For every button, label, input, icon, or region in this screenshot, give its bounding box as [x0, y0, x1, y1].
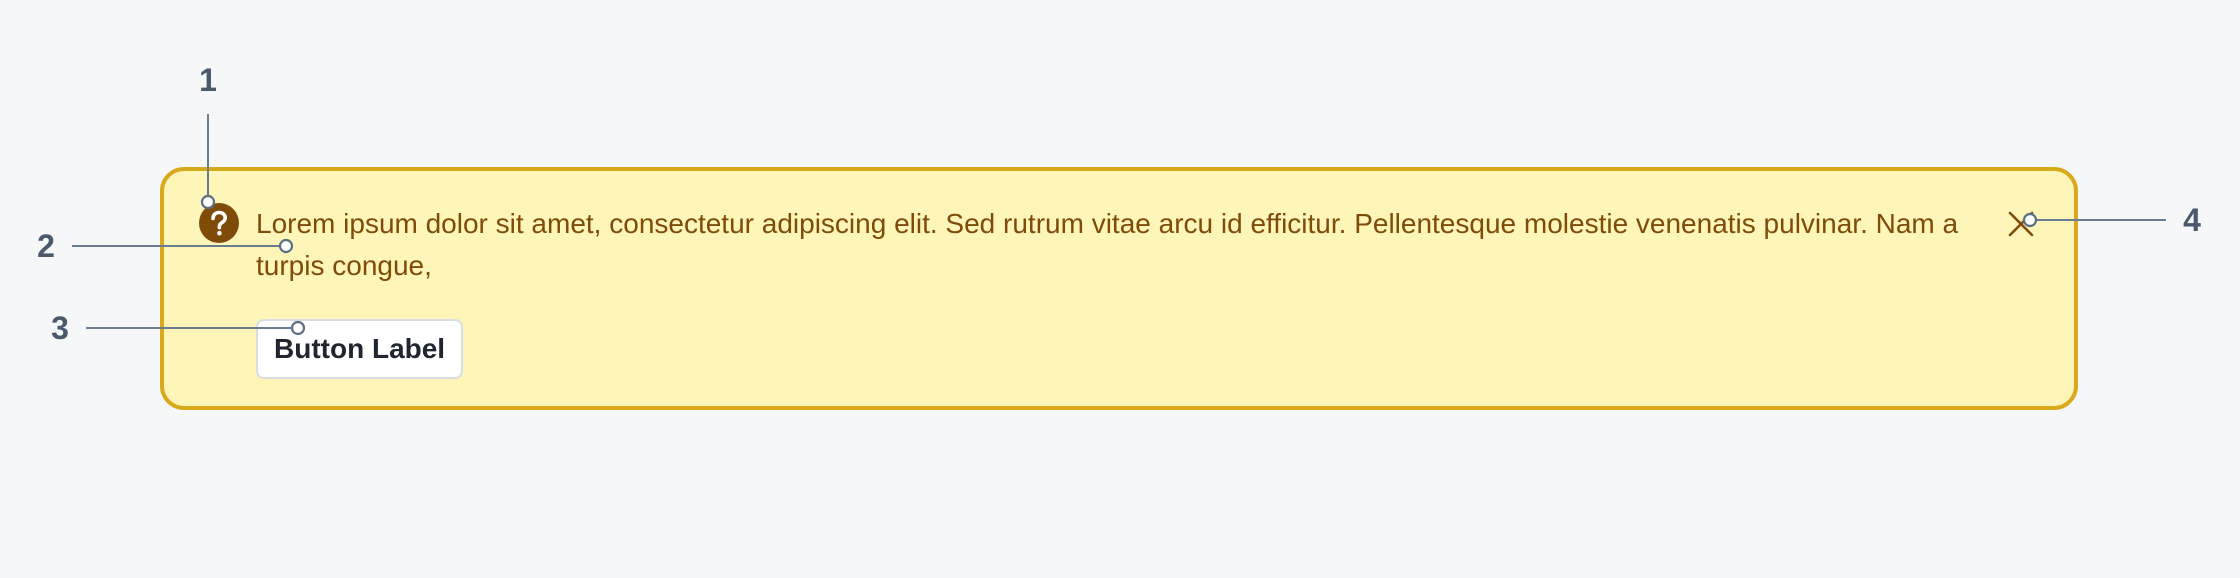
question-circle-icon	[199, 203, 239, 243]
callout-number-4: 4	[2183, 202, 2201, 238]
banner-message: Lorem ipsum dolor sit amet, consectetur …	[256, 208, 1959, 281]
banner-action-button[interactable]: Button Label	[256, 319, 464, 379]
warning-banner: Lorem ipsum dolor sit amet, consectetur …	[160, 167, 2078, 410]
callout-number-3: 3	[51, 310, 69, 346]
callout-number-1: 1	[199, 62, 217, 98]
close-button[interactable]	[2006, 209, 2036, 239]
close-icon	[2008, 211, 2034, 237]
callout-number-2: 2	[37, 228, 55, 264]
